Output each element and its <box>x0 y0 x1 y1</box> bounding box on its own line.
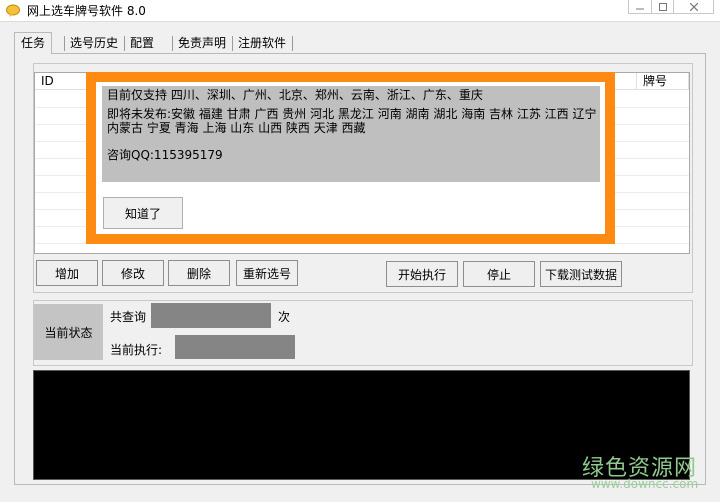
status-label: 当前状态 <box>34 304 103 360</box>
start-button[interactable]: 开始执行 <box>386 261 458 287</box>
maximize-icon <box>658 3 667 11</box>
current-task-field <box>175 335 295 359</box>
delete-button[interactable]: 删除 <box>168 260 230 286</box>
popup-message: 目前仅支持 四川、深圳、广州、北京、郑州、云南、浙江、广东、重庆 即将未发布:安… <box>102 86 600 182</box>
tab-divider <box>124 36 125 51</box>
tab-divider <box>232 36 233 51</box>
upcoming-regions-text: 即将未发布:安徽 福建 甘肃 广西 贵州 河北 黑龙江 河南 湖南 湖北 海南 … <box>107 107 597 135</box>
window-controls <box>628 0 714 14</box>
supported-regions-text: 目前仅支持 四川、深圳、广州、北京、郑州、云南、浙江、广东、重庆 <box>107 88 483 102</box>
popup-ok-button[interactable]: 知道了 <box>103 197 183 229</box>
minimize-button[interactable] <box>629 0 651 14</box>
column-header-plate[interactable]: 牌号 <box>637 73 689 90</box>
window-title: 网上选车牌号软件 8.0 <box>27 4 146 18</box>
maximize-button[interactable] <box>651 0 673 14</box>
contact-qq-text: 咨询QQ:115395179 <box>107 148 223 162</box>
download-test-data-button[interactable]: 下载测试数据 <box>540 261 622 287</box>
minimize-icon <box>636 8 644 10</box>
query-count-field <box>151 303 271 328</box>
watermark-url: www.downcc.com <box>591 477 699 491</box>
tab-divider <box>292 36 293 51</box>
tab-register[interactable]: 注册软件 <box>238 34 286 54</box>
tab-divider <box>172 36 173 51</box>
app-logo-icon <box>6 4 20 17</box>
reselect-button[interactable]: 重新选号 <box>236 260 298 286</box>
tab-divider <box>64 36 65 51</box>
query-count-unit: 次 <box>278 310 291 324</box>
tab-task[interactable]: 任务 <box>14 32 53 54</box>
close-icon <box>689 3 698 11</box>
edit-button[interactable]: 修改 <box>102 260 164 286</box>
tab-disclaimer[interactable]: 免责声明 <box>178 34 226 54</box>
current-task-label: 当前执行: <box>110 343 163 357</box>
add-button[interactable]: 增加 <box>36 260 98 286</box>
tab-history[interactable]: 选号历史 <box>70 34 118 54</box>
stop-button[interactable]: 停止 <box>463 261 535 287</box>
query-count-label: 共查询 <box>110 310 147 324</box>
close-button[interactable] <box>673 0 713 14</box>
column-header-id[interactable]: ID <box>35 73 89 90</box>
title-bar: 网上选车牌号软件 8.0 <box>0 0 720 22</box>
info-popup: 目前仅支持 四川、深圳、广州、北京、郑州、云南、浙江、广东、重庆 即将未发布:安… <box>86 72 615 244</box>
tab-config[interactable]: 配置 <box>130 34 154 54</box>
